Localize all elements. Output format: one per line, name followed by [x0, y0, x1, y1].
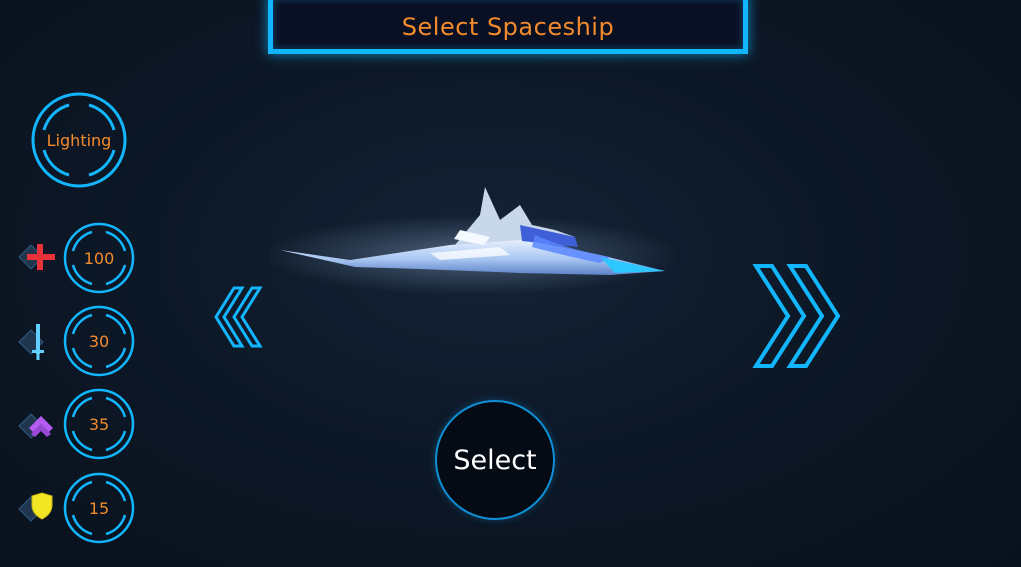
ship-select-screen: Select Spaceship Lighting 100 30 35 15 S… — [0, 0, 1021, 567]
red-cross-icon — [17, 238, 59, 280]
ship-name-ring: Lighting — [29, 90, 129, 190]
spaceship-preview — [260, 175, 680, 299]
yellow-shield-icon — [17, 489, 59, 533]
stat-damage: 30 — [62, 304, 136, 378]
page-title: Select Spaceship — [401, 13, 615, 41]
purple-chevron-icon — [17, 406, 59, 450]
stat-damage-value: 30 — [88, 331, 110, 351]
stat-shield: 15 — [62, 471, 136, 545]
select-button[interactable]: Select — [435, 400, 555, 520]
select-button-label: Select — [453, 444, 537, 476]
stat-health: 100 — [62, 221, 136, 295]
title-banner: Select Spaceship — [268, 0, 748, 54]
stat-health-value: 100 — [83, 248, 115, 268]
stat-speed: 35 — [62, 387, 136, 461]
ship-name: Lighting — [46, 130, 112, 150]
stat-speed-value: 35 — [88, 414, 110, 434]
stat-shield-value: 15 — [88, 498, 110, 518]
sword-icon — [17, 322, 59, 366]
double-chevron-left-icon[interactable] — [212, 286, 272, 352]
double-chevron-right-icon[interactable] — [752, 262, 852, 374]
